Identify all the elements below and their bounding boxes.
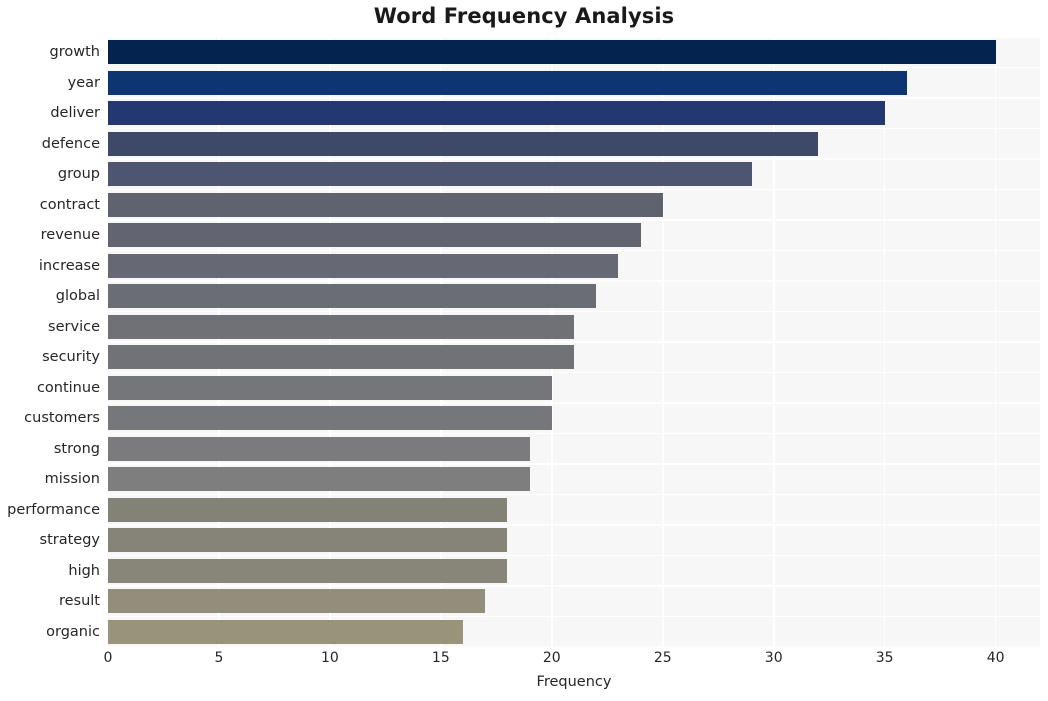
y-axis-tick-label: increase xyxy=(38,257,100,274)
y-axis-tick-label: global xyxy=(55,288,100,305)
y-axis-tick-label: group xyxy=(57,166,100,183)
y-axis-tick-label: mission xyxy=(44,471,100,488)
grid-line-horizontal xyxy=(108,158,1040,160)
grid-line-horizontal xyxy=(108,280,1040,282)
bar xyxy=(108,284,597,309)
grid-line-horizontal xyxy=(108,463,1040,465)
grid-line-horizontal xyxy=(108,219,1040,221)
y-axis-tick-label: customers xyxy=(24,410,100,427)
plot-area xyxy=(108,37,1040,647)
x-axis-tick-label: 10 xyxy=(320,650,339,666)
bar xyxy=(108,253,619,278)
grid-line-horizontal xyxy=(108,188,1040,191)
y-axis-tick-label: strategy xyxy=(39,532,100,549)
grid-line-horizontal xyxy=(108,585,1040,587)
chart-figure: Word Frequency Analysis growth year delive… xyxy=(0,0,1048,701)
bar xyxy=(108,467,530,492)
y-axis-tick-label: high xyxy=(68,562,100,579)
grid-line-horizontal xyxy=(108,615,1040,618)
grid-line-horizontal xyxy=(108,97,1040,99)
y-axis-tick-label: revenue xyxy=(40,227,100,244)
grid-line-horizontal xyxy=(108,37,1040,38)
y-axis-tick-label: service xyxy=(48,318,100,335)
bar xyxy=(108,406,552,431)
grid-line-horizontal xyxy=(108,493,1040,496)
x-axis-tick-label: 5 xyxy=(214,650,224,666)
y-axis-tick-label: strong xyxy=(53,440,100,457)
x-axis-tick-label: 35 xyxy=(875,650,894,666)
bar xyxy=(108,497,508,522)
bar xyxy=(108,589,486,614)
x-axis-tick-label: 0 xyxy=(103,650,113,666)
x-axis-tick-labels: 0 5 10 15 20 25 30 35 40 xyxy=(0,650,1048,674)
grid-line-horizontal xyxy=(108,402,1040,404)
bar xyxy=(108,70,907,95)
x-axis-title: Frequency xyxy=(536,674,612,690)
bar xyxy=(108,436,530,461)
bar xyxy=(108,558,508,583)
grid-line-horizontal xyxy=(108,432,1040,435)
y-axis-tick-label: result xyxy=(58,593,100,610)
y-axis-tick-label: performance xyxy=(7,501,100,518)
bar xyxy=(108,619,464,644)
y-axis-tick-labels: growth year deliver defence group contract rev… xyxy=(0,37,100,647)
bar xyxy=(108,40,996,65)
bar xyxy=(108,223,641,248)
grid-line-horizontal xyxy=(108,66,1040,69)
bar xyxy=(108,101,885,126)
y-axis-tick-label: year xyxy=(67,74,100,91)
y-axis-tick-label: growth xyxy=(49,44,100,61)
grid-line-horizontal xyxy=(108,646,1040,647)
bar xyxy=(108,345,574,370)
y-axis-tick-label: deliver xyxy=(50,105,100,122)
y-axis-tick-label: defence xyxy=(41,135,100,152)
y-axis-tick-label: continue xyxy=(36,379,100,396)
x-axis-tick-label: 15 xyxy=(431,650,450,666)
bar xyxy=(108,192,663,217)
x-axis-tick-label: 25 xyxy=(653,650,672,666)
bar xyxy=(108,162,752,187)
grid-line-horizontal xyxy=(108,310,1040,313)
y-axis-tick-label: organic xyxy=(46,623,100,640)
x-axis-tick-label: 40 xyxy=(986,650,1005,666)
y-axis-tick-label: contract xyxy=(39,196,100,213)
bar xyxy=(108,131,819,156)
x-axis-tick-label: 30 xyxy=(764,650,783,666)
grid-line-horizontal xyxy=(108,341,1040,343)
grid-line-horizontal xyxy=(108,371,1040,374)
grid-line-horizontal xyxy=(108,524,1040,526)
bar xyxy=(108,375,552,400)
grid-line-horizontal xyxy=(108,127,1040,130)
bar xyxy=(108,314,574,339)
x-axis-tick-label: 20 xyxy=(542,650,561,666)
chart-title: Word Frequency Analysis xyxy=(373,4,675,28)
y-axis-tick-label: security xyxy=(42,349,100,366)
grid-line-horizontal xyxy=(108,249,1040,252)
bar xyxy=(108,528,508,553)
grid-line-horizontal xyxy=(108,554,1040,557)
